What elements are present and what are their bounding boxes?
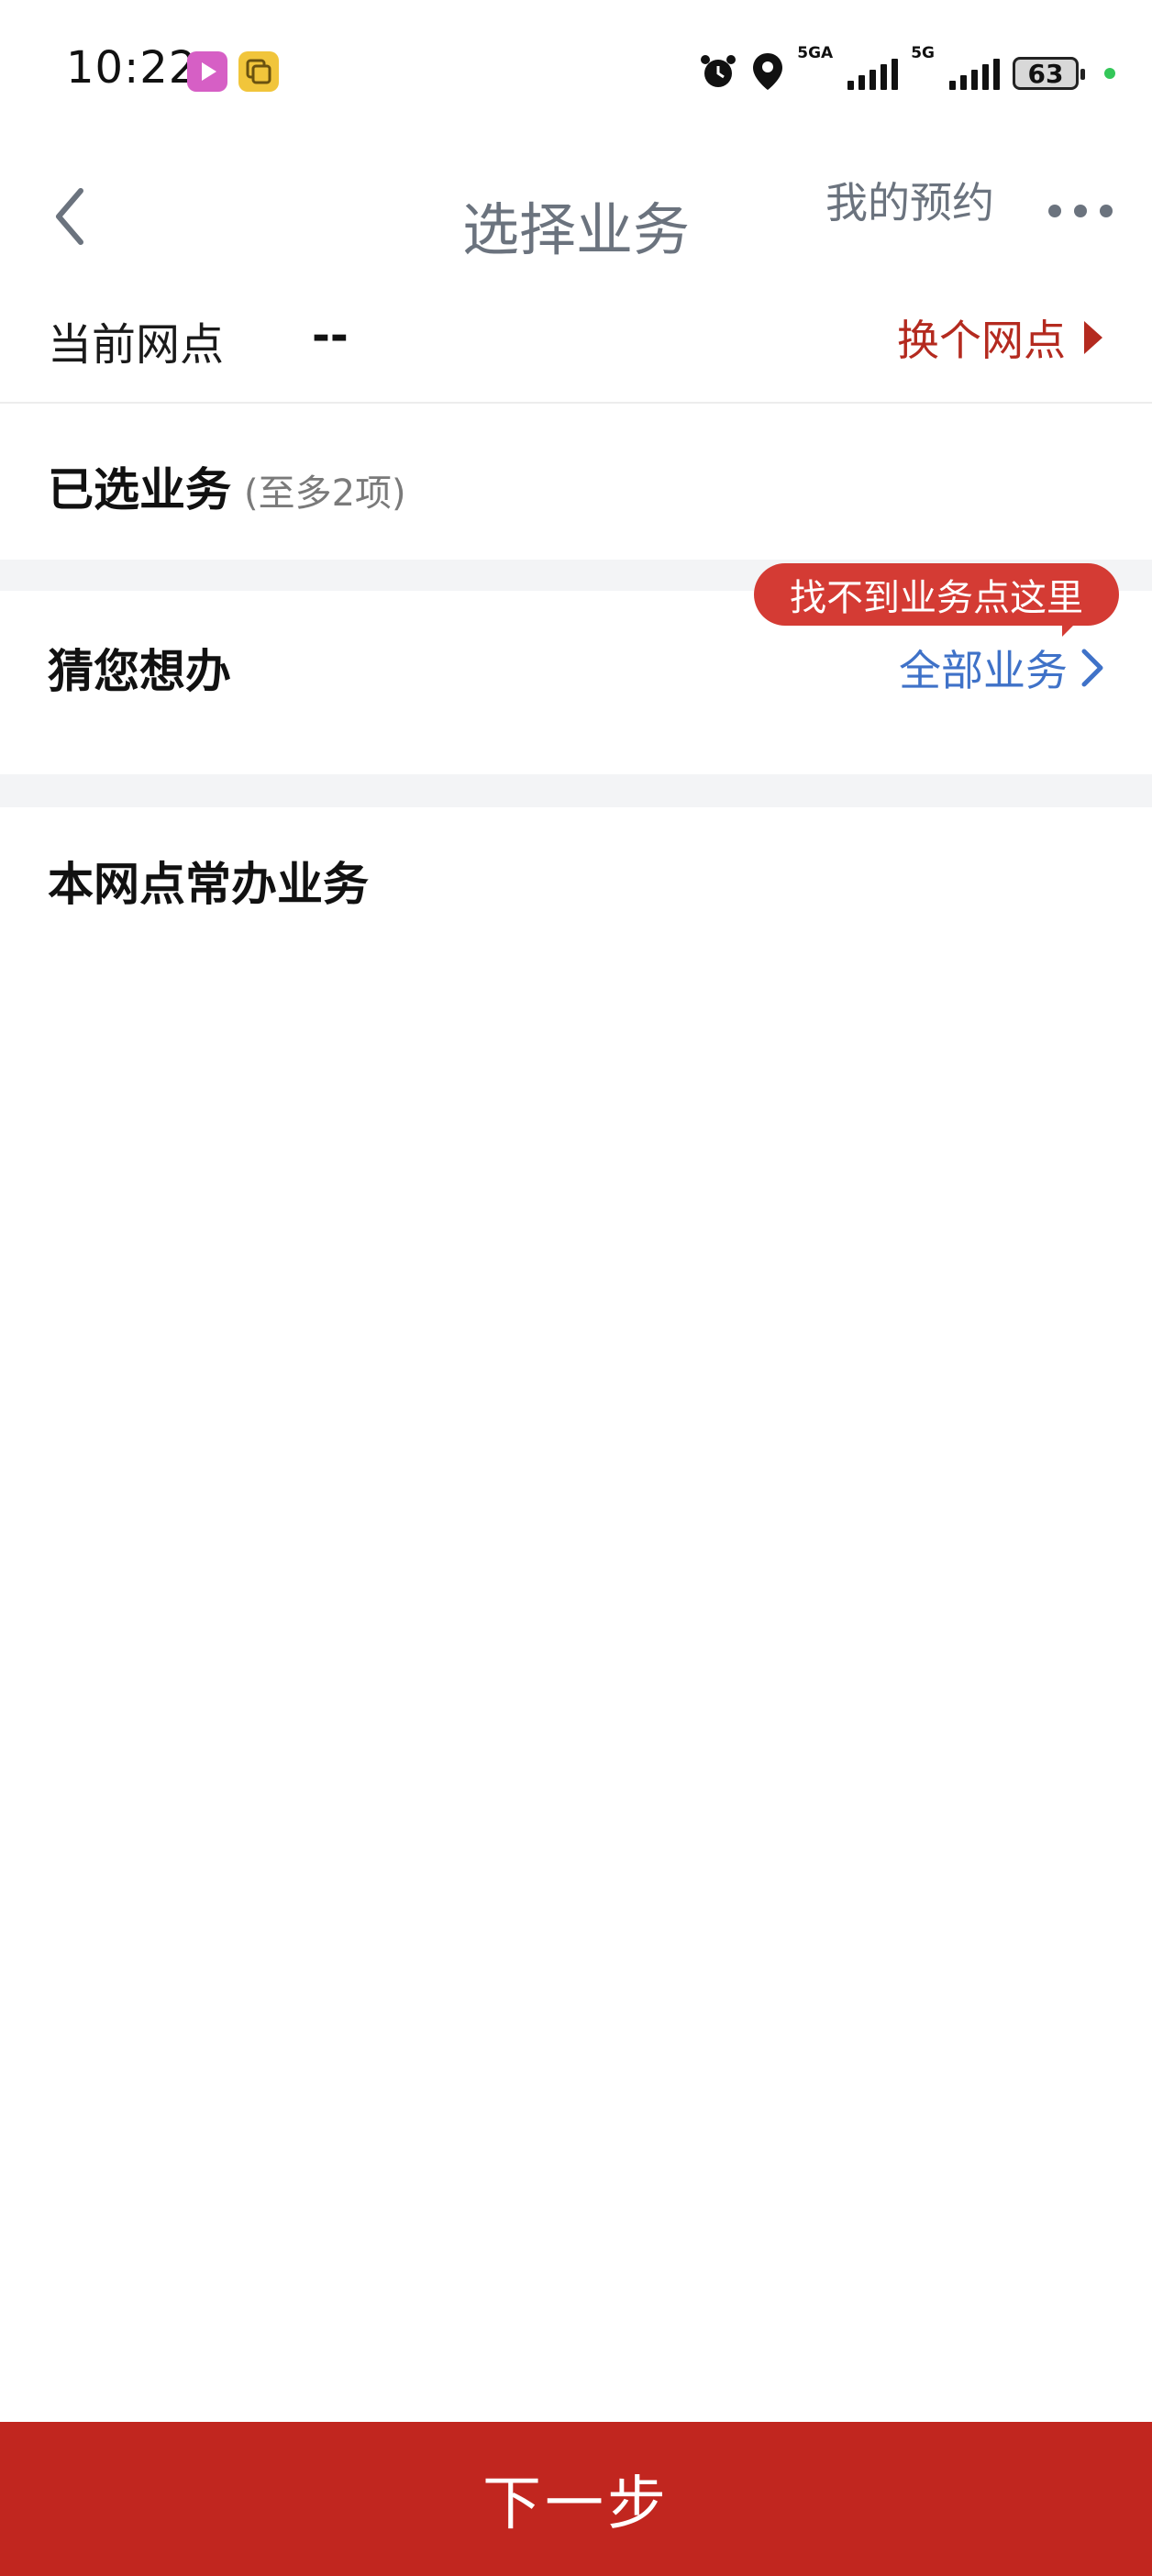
location-icon	[751, 51, 784, 95]
selected-services-title: 已选业务	[48, 463, 231, 516]
alarm-icon	[698, 51, 738, 95]
next-step-button[interactable]: 下一步	[0, 2422, 1152, 2576]
current-branch-value: --	[312, 310, 349, 361]
network-label-2: 5G	[911, 44, 935, 62]
change-branch-label: 换个网点	[897, 316, 1066, 365]
common-services-section: 本网点常办业务	[0, 807, 1152, 936]
more-dots-icon	[1048, 205, 1113, 217]
network-label-1: 5GA	[797, 44, 834, 62]
page: 10:22 5GA 5G 63 选择业务 我的预约 当前网点 -- 换个网点 已…	[0, 0, 1152, 2576]
selected-services-section: 已选业务 (至多2项)	[0, 405, 1152, 560]
battery-level: 63	[1027, 58, 1064, 89]
common-services-title: 本网点常办业务	[48, 858, 369, 911]
guess-title: 猜您想办	[48, 645, 231, 698]
more-button[interactable]	[1042, 165, 1134, 239]
status-bar: 10:22 5GA 5G 63	[0, 0, 1152, 147]
status-time: 10:22	[66, 42, 198, 94]
battery-icon: 63	[1013, 57, 1085, 90]
current-branch-row: 当前网点 -- 换个网点	[0, 275, 1152, 404]
privacy-indicator-dot	[1104, 68, 1115, 79]
chevron-left-icon	[56, 188, 83, 245]
change-branch-button[interactable]: 换个网点	[897, 305, 1104, 371]
status-right: 5GA 5G 63	[698, 44, 1115, 103]
signal-icon	[847, 57, 899, 90]
all-services-link[interactable]: 全部业务	[899, 631, 1104, 705]
tooltip-tail	[1062, 616, 1082, 637]
chevron-right-icon	[1081, 649, 1103, 687]
selected-limit-hint: (至多2项)	[244, 472, 406, 515]
back-button[interactable]	[40, 167, 105, 250]
section-divider	[0, 774, 1152, 807]
triangle-right-icon	[1084, 321, 1102, 354]
signal-icon	[949, 57, 1000, 90]
copy-app-icon	[238, 51, 279, 92]
my-booking-button[interactable]: 我的预约	[825, 158, 1009, 242]
current-branch-label: 当前网点	[48, 319, 225, 371]
all-services-label: 全部业务	[899, 646, 1068, 695]
nav-bar: 选择业务 我的预约	[0, 147, 1152, 275]
video-app-icon	[187, 51, 227, 92]
